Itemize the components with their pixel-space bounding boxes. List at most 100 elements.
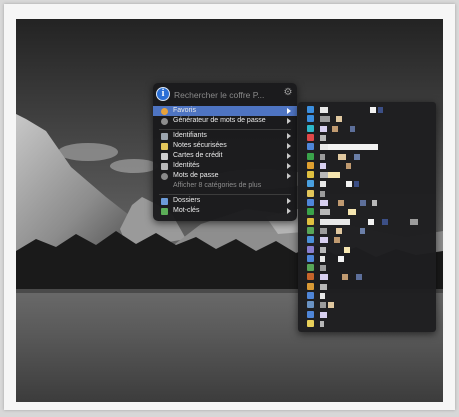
favorite-item-icon — [307, 254, 314, 262]
obscured-item-name — [370, 107, 376, 113]
favorite-item-icon — [307, 310, 314, 318]
obscured-item-name — [320, 227, 327, 234]
favorite-item-icon — [307, 236, 314, 244]
favorite-item-icon — [307, 180, 314, 188]
chevron-right-icon — [287, 198, 291, 204]
tag-icon — [161, 207, 168, 215]
obscured-item-name — [320, 107, 328, 113]
obscured-item-name — [382, 218, 388, 225]
favorite-item-icon — [307, 189, 314, 197]
obscured-item-name — [338, 200, 344, 206]
favorite-item-icon — [307, 292, 314, 299]
menu-item-passwords[interactable]: Mots de passe — [153, 171, 297, 181]
generator-icon — [161, 117, 168, 125]
obscured-item-name — [320, 209, 330, 216]
identity-icon — [161, 162, 168, 170]
menu-separator — [159, 194, 291, 195]
1password-logo-icon[interactable]: i — [156, 87, 170, 101]
obscured-item-name — [350, 125, 355, 132]
gear-icon[interactable]: ⚙ — [283, 88, 293, 98]
folder-icon — [161, 197, 168, 205]
obscured-item-name — [354, 153, 360, 160]
obscured-item-name — [320, 265, 326, 272]
menu-item-identities[interactable]: Identités — [153, 161, 297, 171]
obscured-item-name — [332, 125, 338, 132]
favorite-item-icon — [307, 133, 314, 141]
favorite-item-icon — [307, 226, 314, 234]
search-row: i ⚙ — [153, 83, 297, 105]
obscured-item-name — [320, 144, 328, 151]
menu-item-tags[interactable]: Mot-clés — [153, 206, 297, 216]
secure-note-icon — [161, 142, 168, 150]
obscured-item-name — [320, 293, 325, 299]
favorite-item-icon — [307, 152, 314, 160]
obscured-item-name — [320, 274, 328, 281]
menu-item-credit-cards[interactable]: Cartes de crédit — [153, 151, 297, 161]
favorite-item-icon — [307, 143, 314, 151]
favorite-item-icon — [307, 199, 314, 206]
chevron-right-icon — [287, 133, 291, 139]
obscured-item-name — [338, 255, 344, 262]
obscured-item-name — [320, 255, 325, 262]
obscured-item-name — [356, 274, 362, 281]
obscured-item-name — [320, 311, 327, 318]
obscured-item-name — [320, 153, 325, 160]
obscured-item-name — [320, 246, 326, 253]
credit-card-icon — [161, 152, 168, 160]
login-icon — [161, 132, 168, 140]
favorite-item-icon — [307, 208, 314, 216]
menu-item-password-generator[interactable]: Générateur de mots de passe — [153, 116, 297, 126]
vault-search-input[interactable] — [174, 88, 278, 101]
obscured-item-name — [320, 190, 325, 197]
favorite-item-icon — [307, 319, 314, 327]
chevron-right-icon — [287, 118, 291, 124]
favorite-item-icon — [307, 124, 314, 132]
obscured-item-name — [354, 181, 359, 188]
chevron-right-icon — [287, 143, 291, 149]
favorite-item-icon — [307, 282, 314, 290]
obscured-item-name — [342, 274, 348, 281]
favorite-item-icon — [307, 245, 314, 253]
show-more-categories-link[interactable]: Afficher 8 catégories de plus — [153, 181, 297, 191]
obscured-item-name — [320, 302, 326, 309]
obscured-item-name — [328, 144, 378, 151]
password-manager-popup: i ⚙ Favoris Générateur de mots de passe … — [153, 83, 297, 221]
menu-item-favorites[interactable]: Favoris — [153, 106, 297, 116]
obscured-item-name — [320, 218, 350, 225]
obscured-item-name — [334, 237, 340, 244]
chevron-right-icon — [287, 108, 291, 114]
chevron-right-icon — [287, 208, 291, 214]
obscured-item-name — [336, 227, 342, 234]
favorite-item-icon — [307, 273, 314, 281]
obscured-item-name — [320, 200, 328, 206]
menu-separator — [159, 129, 291, 130]
obscured-item-name — [410, 218, 418, 225]
obscured-item-name — [338, 153, 346, 160]
chevron-right-icon — [287, 153, 291, 159]
obscured-item-name — [320, 237, 328, 244]
obscured-item-name — [320, 172, 328, 179]
obscured-item-name — [320, 162, 326, 169]
menu-item-logins[interactable]: Identifiants — [153, 131, 297, 141]
obscured-item-name — [344, 246, 350, 253]
obscured-item-name — [328, 302, 334, 309]
menu-item-secure-notes[interactable]: Notes sécurisées — [153, 141, 297, 151]
obscured-item-name — [348, 209, 356, 216]
star-icon — [161, 107, 168, 115]
favorite-item[interactable] — [298, 319, 436, 329]
obscured-item-name — [346, 181, 352, 188]
obscured-item-name — [346, 162, 351, 169]
favorite-item-icon — [307, 161, 314, 169]
favorite-item-icon — [307, 171, 314, 179]
chevron-right-icon — [287, 173, 291, 179]
obscured-item-name — [336, 116, 342, 123]
menu-item-folders[interactable]: Dossiers — [153, 196, 297, 206]
obscured-item-name — [320, 181, 326, 188]
obscured-item-name — [378, 107, 383, 113]
favorite-item-icon — [307, 106, 314, 113]
chevron-right-icon — [287, 163, 291, 169]
obscured-item-name — [360, 200, 366, 206]
obscured-item-name — [320, 116, 330, 123]
favorite-item-icon — [307, 301, 314, 309]
obscured-item-name — [320, 125, 327, 132]
